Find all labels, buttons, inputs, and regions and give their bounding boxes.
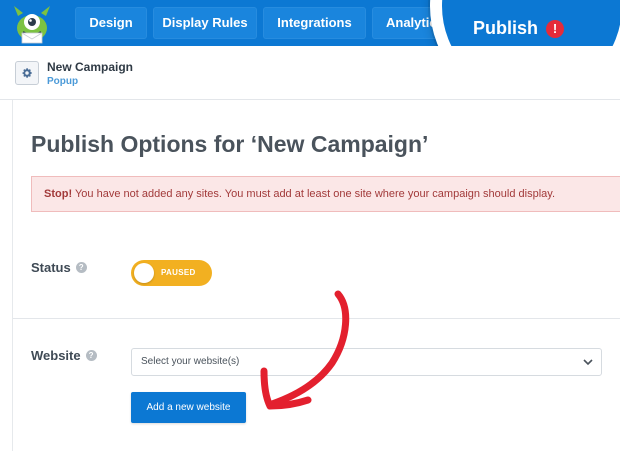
warning-alert: Stop! You have not added any sites. You …: [31, 176, 620, 212]
content-left-border: [12, 100, 13, 451]
alert-strong-text: Stop!: [44, 188, 73, 200]
toggle-status-text: PAUSED: [161, 268, 196, 277]
campaign-name: New Campaign: [47, 60, 134, 74]
add-website-button[interactable]: Add a new website: [131, 392, 246, 423]
status-toggle[interactable]: PAUSED: [131, 260, 212, 286]
tab-design[interactable]: Design: [75, 7, 147, 39]
toggle-knob: [134, 263, 154, 283]
status-label-group: Status ?: [31, 260, 87, 275]
publish-button[interactable]: Publish !: [473, 18, 565, 39]
settings-gear-icon[interactable]: [15, 61, 39, 85]
website-label-group: Website ?: [31, 348, 97, 363]
page-title: Publish Options for ‘New Campaign’: [31, 131, 429, 157]
alert-message: You have not added any sites. You must a…: [72, 188, 556, 200]
section-divider: [13, 318, 620, 319]
website-select[interactable]: Select your website(s): [131, 348, 602, 376]
status-label: Status: [31, 260, 71, 275]
tab-display-rules[interactable]: Display Rules: [153, 7, 257, 39]
help-question-icon[interactable]: ?: [75, 262, 87, 273]
website-label: Website: [31, 348, 81, 363]
chevron-down-icon: [583, 359, 593, 366]
publish-label: Publish: [473, 18, 539, 38]
help-question-icon[interactable]: ?: [85, 350, 97, 361]
optinmonster-logo-icon[interactable]: [10, 2, 54, 44]
campaign-header: New Campaign Popup: [0, 46, 620, 100]
alert-icon: !: [546, 19, 565, 38]
campaign-type: Popup: [47, 76, 79, 87]
tab-integrations[interactable]: Integrations: [263, 7, 366, 39]
website-select-placeholder: Select your website(s): [141, 356, 240, 367]
